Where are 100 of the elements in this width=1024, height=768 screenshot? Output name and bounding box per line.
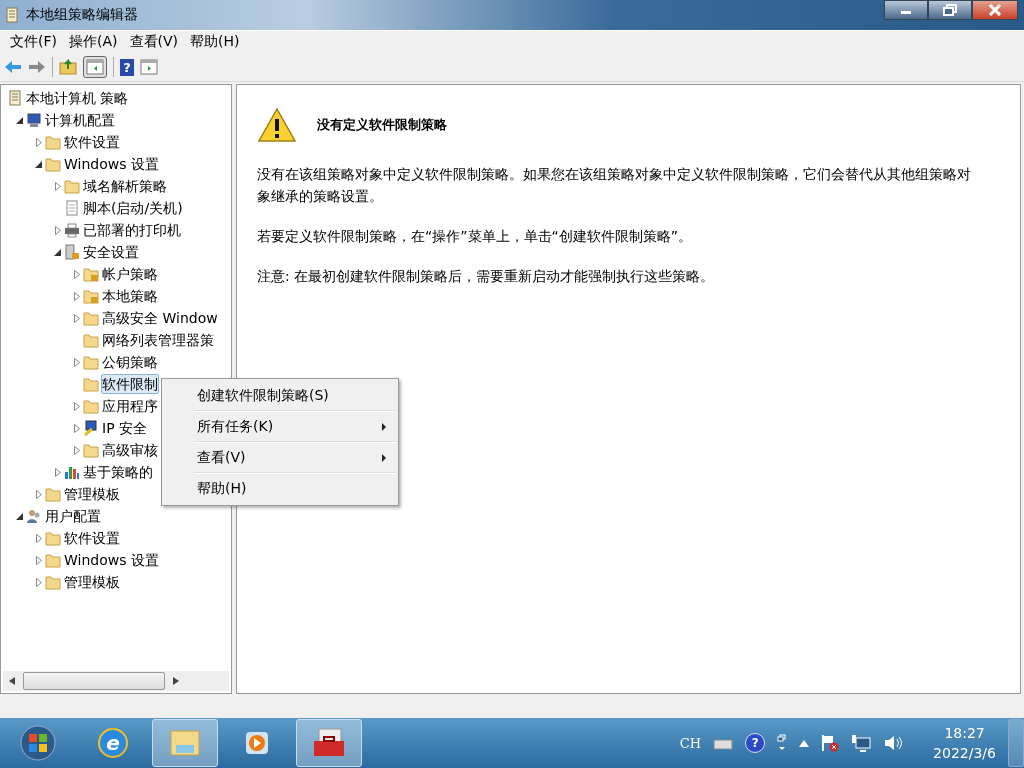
show-hide-tree-button[interactable] [83,56,107,78]
collapsed-triangle-icon[interactable] [73,423,80,433]
menu-item[interactable]: 文件(F) [4,33,63,51]
tree-item[interactable]: 域名解析策略 [82,176,168,196]
tree-item[interactable]: Windows 设置 [63,154,160,174]
collapsed-triangle-icon[interactable] [35,577,42,587]
tree-item[interactable]: IP 安全 [101,418,149,438]
expanded-triangle-icon[interactable] [54,248,61,256]
folder-icon [45,574,61,590]
collapsed-triangle-icon[interactable] [73,291,80,301]
tree-item[interactable]: 计算机配置 [44,110,116,130]
restore-icon [943,4,957,16]
tree-item[interactable]: 软件设置 [63,132,121,152]
menu-item[interactable]: 帮助(H) [184,33,246,51]
scroll-left-icon[interactable] [9,677,15,685]
context-menu-item[interactable]: 所有任务(K) [164,412,396,441]
expanded-triangle-icon[interactable] [16,116,23,124]
folder-icon [45,156,61,172]
tree-item[interactable]: 本地计算机 策略 [25,88,130,108]
folder-icon [83,398,99,414]
collapsed-triangle-icon[interactable] [73,445,80,455]
tree-item[interactable]: 脚本(启动/关机) [82,198,184,218]
collapsed-triangle-icon[interactable] [54,467,61,477]
panel-icon[interactable] [140,59,158,75]
collapsed-triangle-icon[interactable] [54,225,61,235]
tree-item[interactable]: 高级安全 Window [101,308,219,328]
script-icon [64,200,80,216]
menu-item-label: 查看(V) [197,448,246,467]
speaker-icon[interactable] [883,734,904,752]
toolbox-taskbar-button[interactable] [296,719,362,767]
language-indicator[interactable]: CH [679,735,702,751]
tree-item[interactable]: 软件限制 [101,374,159,394]
scroll-icon [4,7,20,23]
tree-item[interactable]: 安全设置 [82,242,140,262]
context-menu-item[interactable]: 帮助(H) [164,474,396,503]
collapsed-triangle-icon[interactable] [54,181,61,191]
folder-icon [45,134,61,150]
keyboard-icon[interactable] [713,736,734,750]
submenu-arrow-icon [382,453,386,462]
menu-item[interactable]: 操作(A) [63,33,124,51]
folder-icon [64,178,80,194]
scroll-right-icon[interactable] [173,677,179,685]
tree-item[interactable]: 帐户策略 [101,264,159,284]
folder-icon [83,332,99,348]
tree-item[interactable]: 用户配置 [44,506,102,526]
paragraph: 注意: 在最初创建软件限制策略后，需要重新启动才能强制执行这些策略。 [257,267,716,286]
window-options-icon[interactable] [777,734,788,752]
collapsed-triangle-icon[interactable] [35,533,42,543]
scrollbar-thumb[interactable] [23,672,165,690]
collapsed-triangle-icon[interactable] [73,401,80,411]
forward-arrow-icon[interactable] [28,60,46,74]
context-menu-item[interactable]: 创建软件限制策略(S) [164,381,396,410]
menu-item-label: 帮助(H) [197,479,247,498]
tree-item[interactable]: 公钥策略 [101,352,159,372]
collapsed-triangle-icon[interactable] [35,489,42,499]
tree-item[interactable]: 软件设置 [63,528,121,548]
collapsed-triangle-icon[interactable] [73,357,80,367]
network-icon[interactable] [851,734,872,752]
context-menu-item[interactable]: 查看(V) [164,443,396,472]
locked-folder-icon [83,288,99,304]
horizontal-scrollbar[interactable] [3,671,229,691]
help-button[interactable]: ? [745,733,766,753]
collapsed-triangle-icon[interactable] [73,269,80,279]
expanded-triangle-icon[interactable] [35,160,42,168]
tree-item[interactable]: 管理模板 [63,572,121,592]
tree-item[interactable]: 网络列表管理器策 [101,330,215,350]
tree-item[interactable]: 应用程序 [101,396,159,416]
submenu-arrow-icon [382,422,386,431]
flag-error-icon[interactable] [821,734,840,752]
menu-item[interactable]: 查看(V) [123,33,184,51]
tree-item[interactable]: 已部署的打印机 [82,220,182,240]
tree-item[interactable]: 管理模板 [63,484,121,504]
tree-item[interactable]: 高级审核 [101,440,159,460]
close-icon [988,4,1002,16]
expanded-triangle-icon[interactable] [16,512,23,520]
help-button[interactable]: ? [120,58,134,76]
collapsed-triangle-icon[interactable] [35,555,42,565]
show-hidden-icons-arrow-icon[interactable] [799,739,810,747]
browser-taskbar-button[interactable]: e [80,719,146,767]
minimize-button[interactable] [884,0,928,20]
collapsed-triangle-icon[interactable] [73,313,80,323]
folder-icon [45,530,61,546]
collapsed-triangle-icon[interactable] [35,137,42,147]
panel-icon [86,59,104,75]
server-lock-icon [64,244,80,260]
close-button[interactable] [972,0,1018,20]
date[interactable]: 2022/3/6 [933,743,996,763]
folders-taskbar-button[interactable] [152,719,218,767]
back-arrow-icon[interactable] [4,60,22,74]
scroll-icon [7,90,23,106]
time[interactable]: 18:27 [944,723,985,743]
warning-icon [257,107,297,143]
tree-item[interactable]: Windows 设置 [63,550,160,570]
folder-up-icon[interactable] [59,59,77,75]
window-title: 本地组策略编辑器 [26,6,138,24]
folder-icon [83,376,99,392]
menu-item-label: 创建软件限制策略(S) [197,386,329,405]
restore-button[interactable] [928,0,972,20]
tree-item[interactable]: 基于策略的 [82,462,154,482]
tree-item[interactable]: 本地策略 [101,286,159,306]
